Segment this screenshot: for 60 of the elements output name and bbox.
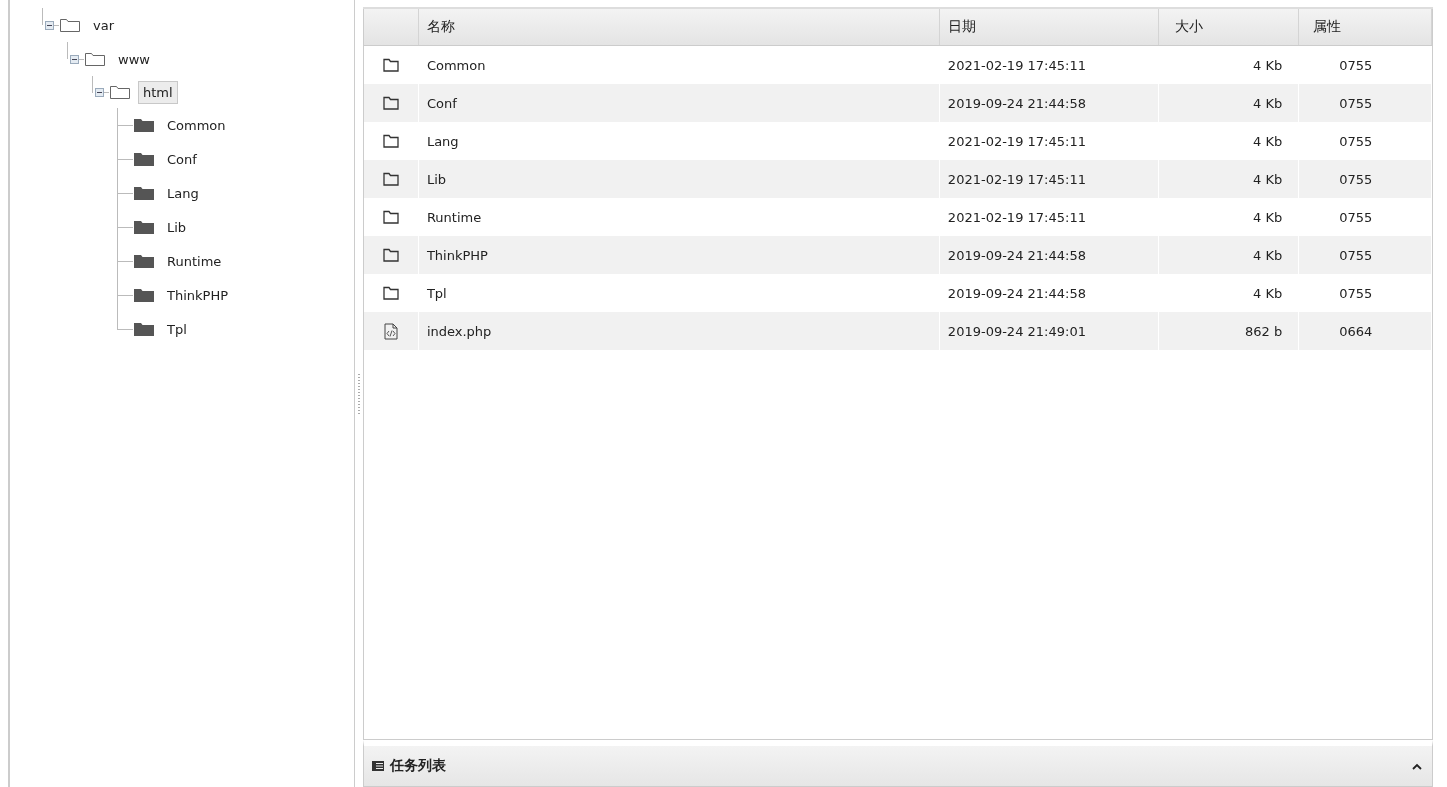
file-size: 4 Kb	[1159, 84, 1300, 122]
folder-icon	[134, 288, 154, 302]
file-name: index.php	[418, 312, 940, 350]
file-date: 2019-09-24 21:44:58	[939, 236, 1160, 274]
splitter-handle[interactable]	[358, 373, 360, 414]
tree-item[interactable]: Tpl	[162, 317, 192, 341]
file-row[interactable]: ThinkPHP 2019-09-24 21:44:58 4 Kb 0755	[364, 236, 1432, 274]
folder-icon	[382, 210, 399, 224]
folder-icon	[382, 134, 399, 148]
column-header[interactable]: 日期	[939, 9, 1160, 45]
folder-icon	[382, 96, 399, 110]
file-permissions: 0755	[1299, 84, 1432, 122]
code-file-icon	[383, 322, 398, 340]
tree-item[interactable]: Conf	[162, 147, 202, 171]
caret-icon[interactable]	[1412, 762, 1422, 770]
file-row[interactable]: Lib 2021-02-19 17:45:11 4 Kb 0755	[364, 160, 1432, 198]
folder-icon	[134, 220, 154, 234]
folder-icon	[382, 58, 399, 72]
list-icon	[372, 761, 384, 771]
file-permissions: 0755	[1299, 160, 1432, 198]
tree-item[interactable]: var	[88, 13, 119, 37]
task-panel-header[interactable]: 任务列表	[363, 740, 1433, 787]
column-header[interactable]: 大小	[1159, 9, 1300, 45]
folder-icon	[85, 52, 105, 66]
collapse-toggle-icon[interactable]	[70, 54, 79, 64]
folder-icon	[134, 322, 154, 336]
panel-title: 任务列表	[390, 757, 446, 775]
collapse-toggle-icon[interactable]	[95, 87, 104, 97]
tree-item[interactable]: ThinkPHP	[162, 283, 233, 307]
file-date: 2019-09-24 21:49:01	[939, 312, 1160, 350]
file-date: 2021-02-19 17:45:11	[939, 160, 1160, 198]
column-header[interactable]: 属性	[1299, 9, 1432, 45]
tree-item[interactable]: html	[138, 80, 178, 104]
tree-item[interactable]: Lib	[162, 215, 192, 239]
folder-icon	[382, 172, 399, 186]
file-row[interactable]: Conf 2019-09-24 21:44:58 4 Kb 0755	[364, 84, 1432, 122]
folder-icon	[134, 118, 154, 132]
tree-item[interactable]: www	[113, 47, 155, 71]
file-permissions: 0755	[1299, 236, 1432, 274]
tree-item[interactable]: Runtime	[162, 249, 227, 273]
folder-icon	[382, 286, 399, 300]
folder-icon	[110, 85, 130, 99]
folder-icon	[60, 18, 80, 32]
file-date: 2019-09-24 21:44:58	[939, 84, 1160, 122]
file-row[interactable]: index.php 2019-09-24 21:49:01 862 b 0664	[364, 312, 1432, 350]
tree-item[interactable]: Common	[162, 113, 231, 137]
file-name: Lib	[418, 160, 940, 198]
folder-icon	[134, 152, 154, 166]
file-permissions: 0664	[1299, 312, 1432, 350]
file-name: ThinkPHP	[418, 236, 940, 274]
file-size: 4 Kb	[1159, 236, 1300, 274]
file-size: 862 b	[1159, 312, 1300, 350]
column-header[interactable]: 名称	[418, 9, 940, 45]
collapse-toggle-icon[interactable]	[45, 20, 54, 30]
folder-icon	[134, 254, 154, 268]
file-name: Conf	[418, 84, 940, 122]
folder-icon	[134, 186, 154, 200]
folder-icon	[382, 248, 399, 262]
file-size: 4 Kb	[1159, 160, 1300, 198]
tree-item[interactable]: Lang	[162, 181, 204, 205]
